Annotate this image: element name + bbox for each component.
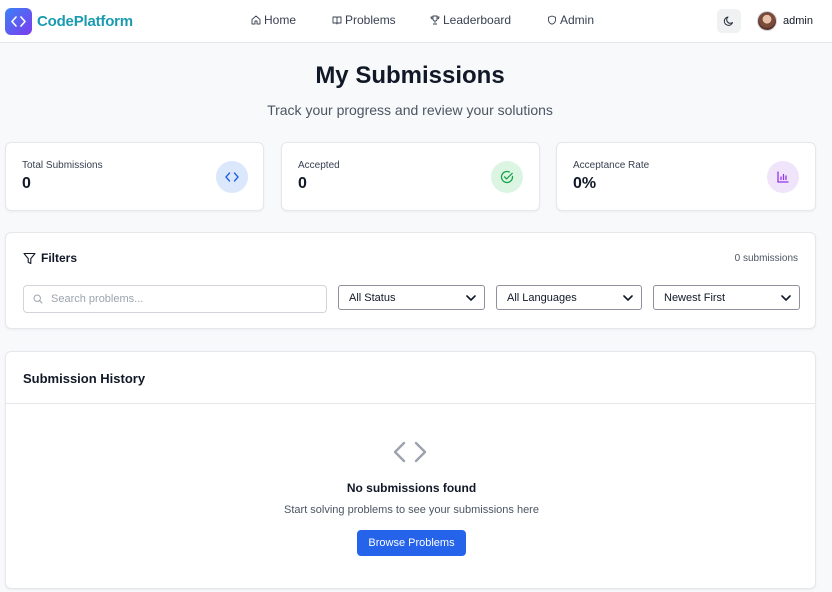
nav-link-admin[interactable]: Admin (547, 13, 594, 27)
chevron-down-icon (781, 294, 791, 301)
nav-link-leaderboard[interactable]: Leaderboard (430, 13, 511, 27)
nav-link-problems[interactable]: Problems (332, 13, 396, 27)
empty-state-title: No submissions found (346, 481, 477, 495)
chevron-down-icon (466, 294, 476, 301)
divider (6, 403, 815, 404)
brand-name: CodePlatform (37, 13, 133, 30)
search-input[interactable]: Search problems... (23, 285, 327, 313)
filter-icon (23, 252, 36, 264)
search-icon (33, 294, 43, 304)
top-nav: CodePlatform Home Problems Leaderboard A… (0, 0, 832, 43)
submission-count: 0 submissions (734, 253, 798, 264)
brand-logo[interactable]: CodePlatform (5, 8, 133, 35)
language-select-value: All Languages (507, 291, 577, 304)
stat-label: Accepted (298, 160, 340, 171)
nav-link-label: Leaderboard (443, 13, 512, 27)
language-select[interactable]: All Languages (496, 285, 642, 310)
filters-heading: Filters (23, 251, 77, 265)
nav-link-label: Problems (345, 13, 396, 27)
moon-icon (723, 16, 733, 26)
stat-label: Total Submissions (22, 160, 103, 171)
status-select[interactable]: All Status (338, 285, 485, 310)
book-icon (332, 16, 342, 25)
search-placeholder: Search problems... (51, 293, 144, 305)
stat-value: 0 (298, 175, 307, 192)
browse-problems-button[interactable]: Browse Problems (357, 530, 466, 556)
theme-toggle-button[interactable] (717, 9, 741, 33)
history-title: Submission History (23, 371, 146, 386)
submission-history-panel: Submission History No submissions found … (5, 351, 816, 589)
empty-state-subtitle: Start solving problems to see your submi… (284, 504, 539, 516)
trophy-icon (430, 15, 440, 25)
nav-link-label: Home (264, 13, 297, 27)
stat-card-acceptance-rate: Acceptance Rate 0% (556, 142, 816, 211)
stat-value: 0 (22, 175, 31, 192)
bar-chart-icon (767, 161, 799, 193)
stat-value: 0% (573, 175, 597, 192)
stat-card-accepted: Accepted 0 (281, 142, 540, 211)
page-title: My Submissions (315, 62, 505, 89)
code-icon (393, 441, 427, 463)
status-select-value: All Status (349, 291, 396, 304)
avatar (757, 11, 777, 31)
nav-link-label: Admin (560, 13, 595, 27)
sort-select-value: Newest First (664, 291, 726, 304)
nav-link-home[interactable]: Home (251, 13, 296, 27)
shield-icon (548, 15, 556, 25)
filters-title: Filters (41, 251, 78, 265)
code-icon (216, 161, 248, 193)
stat-card-total: Total Submissions 0 (5, 142, 264, 211)
stat-label: Acceptance Rate (573, 160, 650, 171)
page-subtitle: Track your progress and review your solu… (267, 102, 553, 118)
user-name: admin (783, 15, 813, 27)
code-icon (5, 8, 32, 35)
home-icon (251, 15, 261, 25)
sort-select[interactable]: Newest First (653, 285, 800, 310)
check-circle-icon (491, 161, 523, 193)
user-menu[interactable]: admin (757, 11, 813, 31)
filters-panel: Filters 0 submissions Search problems...… (5, 232, 816, 329)
chevron-down-icon (623, 294, 633, 301)
